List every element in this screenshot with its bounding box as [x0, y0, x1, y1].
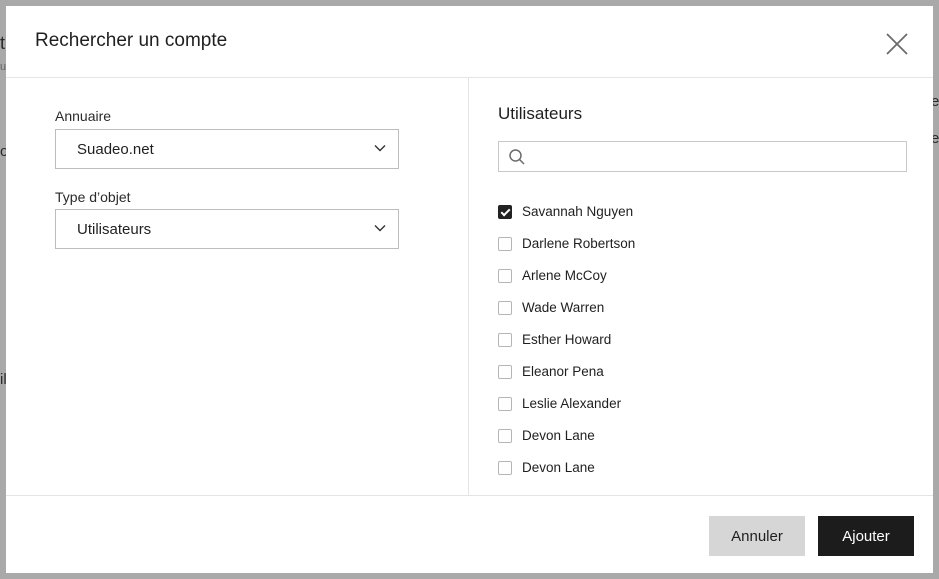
search-icon: [509, 149, 525, 165]
user-list-item[interactable]: Eleanor Pena: [498, 356, 635, 388]
chevron-down-icon: [374, 145, 386, 152]
user-checkbox[interactable]: [498, 429, 512, 443]
dialog-header: Rechercher un compte: [6, 6, 933, 78]
search-account-dialog: Rechercher un compte Annuaire Suadeo.net…: [6, 6, 933, 573]
users-pane: Utilisateurs Savannah Nguyen Darlene Rob…: [469, 78, 933, 495]
user-name: Eleanor Pena: [522, 364, 604, 380]
user-list-item[interactable]: Darlene Robertson: [498, 228, 635, 260]
user-list-item[interactable]: Devon Lane: [498, 452, 635, 484]
add-button[interactable]: Ajouter: [818, 516, 914, 556]
user-list-item[interactable]: Savannah Nguyen: [498, 196, 635, 228]
filter-pane: Annuaire Suadeo.net Type d’objet Utilisa…: [6, 78, 469, 495]
close-icon: [886, 33, 908, 55]
chevron-down-icon: [374, 225, 386, 232]
user-name: Esther Howard: [522, 332, 612, 348]
user-list: Savannah Nguyen Darlene Robertson Arlene…: [498, 196, 635, 484]
dialog-footer: Annuler Ajouter: [6, 495, 933, 573]
user-list-item[interactable]: Devon Lane: [498, 420, 635, 452]
user-list-item[interactable]: Leslie Alexander: [498, 388, 635, 420]
user-name: Arlene McCoy: [522, 268, 607, 284]
user-checkbox[interactable]: [498, 365, 512, 379]
object-type-label: Type d’objet: [55, 189, 131, 205]
user-name: Savannah Nguyen: [522, 204, 634, 220]
user-name: Wade Warren: [522, 300, 605, 316]
object-type-select-value: Utilisateurs: [77, 221, 152, 238]
user-checkbox[interactable]: [498, 205, 512, 219]
user-checkbox[interactable]: [498, 301, 512, 315]
user-search-input[interactable]: [533, 142, 907, 173]
users-title: Utilisateurs: [498, 104, 583, 123]
user-list-item[interactable]: Esther Howard: [498, 324, 635, 356]
object-type-select[interactable]: Utilisateurs: [55, 209, 399, 249]
user-name: Devon Lane: [522, 460, 595, 476]
user-list-item[interactable]: Wade Warren: [498, 292, 635, 324]
user-name: Darlene Robertson: [522, 236, 636, 252]
user-search-box[interactable]: [498, 141, 907, 173]
cancel-button[interactable]: Annuler: [709, 516, 805, 556]
user-name: Leslie Alexander: [522, 396, 622, 412]
user-checkbox[interactable]: [498, 237, 512, 251]
user-checkbox[interactable]: [498, 333, 512, 347]
dialog-title: Rechercher un compte: [35, 30, 228, 51]
user-checkbox[interactable]: [498, 269, 512, 283]
user-checkbox[interactable]: [498, 461, 512, 475]
directory-label: Annuaire: [55, 108, 112, 124]
user-list-item[interactable]: Arlene McCoy: [498, 260, 635, 292]
directory-select[interactable]: Suadeo.net: [55, 129, 399, 169]
close-button[interactable]: [884, 31, 910, 57]
directory-select-value: Suadeo.net: [77, 141, 154, 158]
user-name: Devon Lane: [522, 428, 595, 444]
user-checkbox[interactable]: [498, 397, 512, 411]
